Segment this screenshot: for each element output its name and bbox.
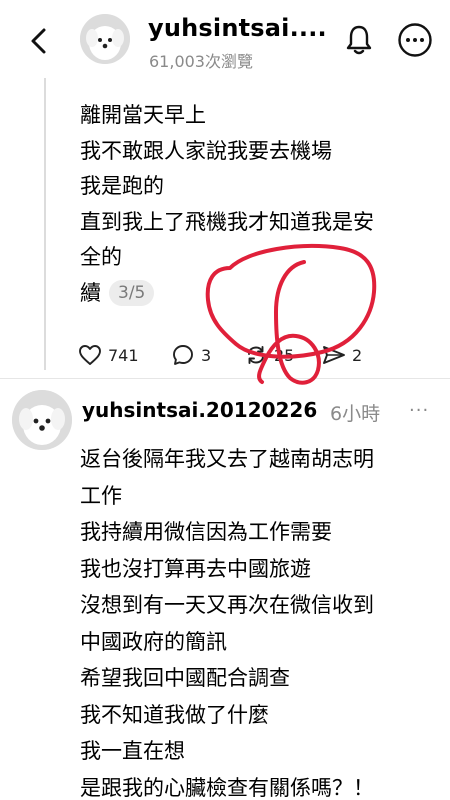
post-line: 我不敢跟人家說我要去機場: [80, 138, 332, 163]
post-line-last: 續 3/5: [80, 276, 440, 312]
reply-line: 我一直在想: [80, 739, 185, 763]
reply-username[interactable]: yuhsintsai.20120226: [82, 398, 317, 422]
continued-label: 續: [80, 280, 101, 305]
comment-count: 3: [201, 345, 212, 365]
post-divider: [0, 378, 450, 379]
profile-avatar[interactable]: [80, 14, 130, 64]
comment-bubble-icon: [173, 345, 193, 365]
view-count: 61,003次瀏覽: [149, 52, 253, 71]
reply-line: 我不知道我做了什麼: [80, 702, 269, 727]
reply-line: 沒想到有一天又再次在微信收到: [80, 593, 374, 617]
like-count: 741: [108, 345, 139, 365]
post-line: 我是跑的: [80, 174, 164, 198]
reply-line: 中國政府的簡訊: [80, 629, 227, 654]
header-username[interactable]: yuhsintsai....: [148, 14, 327, 42]
thread-connector-line: [44, 78, 46, 370]
share-button[interactable]: 2: [322, 340, 362, 370]
dog-avatar-icon: [80, 14, 130, 64]
repost-icon: [248, 346, 264, 364]
reply-avatar[interactable]: [12, 390, 72, 450]
reply-line: 工作: [80, 483, 122, 508]
reply-line: 我持續用微信因為工作需要: [80, 520, 332, 544]
reply-line: 返台後隔年我又去了越南胡志明: [80, 447, 374, 471]
more-circle-icon[interactable]: [397, 22, 433, 58]
repost-button[interactable]: 25: [244, 340, 294, 370]
dog-avatar-icon: [12, 390, 72, 450]
like-button[interactable]: 741: [78, 340, 139, 370]
share-count: 2: [352, 345, 363, 365]
reply-line: 希望我回中國配合調查: [80, 666, 290, 690]
reply-more-icon[interactable]: ···: [409, 400, 429, 421]
repost-count: 25: [274, 345, 295, 365]
reply-timestamp: 6小時: [330, 403, 381, 425]
post-actions: 741 3 25 2: [0, 340, 450, 370]
heart-icon: [79, 345, 101, 365]
post-line: 直到我上了飛機我才知道我是安: [80, 209, 374, 234]
reply-body: 返台後隔年我又去了越南胡志明 工作 我持續用微信因為工作需要 我也沒打算再去中國…: [80, 441, 445, 800]
comment-button[interactable]: 3: [171, 340, 211, 370]
bell-icon[interactable]: [344, 24, 374, 56]
reply-line: 是跟我的心臟檢查有關係嗎？！: [80, 775, 374, 800]
thread-counter-badge: 3/5: [109, 279, 155, 306]
reply-line: 我也沒打算再去中國旅遊: [80, 556, 311, 581]
post-body: 離開當天早上 我不敢跟人家說我要去機場 我是跑的 直到我上了飛機我才知道我是安 …: [80, 98, 440, 311]
top-bar: yuhsintsai.... 61,003次瀏覽: [0, 0, 450, 78]
back-arrow-icon[interactable]: [22, 24, 56, 58]
post-line: 離開當天早上: [80, 103, 206, 127]
send-icon: [323, 346, 345, 364]
post-line: 全的: [80, 245, 122, 269]
